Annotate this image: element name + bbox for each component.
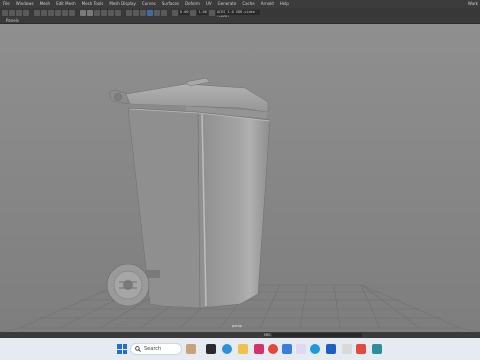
viewport-canvas [0,24,480,332]
view-transform-select[interactable]: ACES 1.0 SDR-video (sRGB) [215,10,260,19]
weather-icon[interactable] [186,344,196,354]
menu-bar: File Windows Mesh Edit Mesh Mesh Tools M… [0,0,480,8]
menu-mesh[interactable]: Mesh [40,0,51,8]
film-gate-icon[interactable] [41,9,47,16]
command-language-label[interactable]: MEL [264,333,271,337]
maya-icon[interactable] [372,344,382,354]
isolate-select-icon[interactable] [140,9,146,16]
search-icon [135,346,141,352]
media-icon[interactable] [342,344,352,354]
windows-start-icon[interactable] [117,344,127,354]
windows-taskbar: Search [0,338,480,360]
photos-icon[interactable] [296,344,306,354]
command-input[interactable] [272,333,362,337]
shadows-icon[interactable] [115,9,121,16]
edge-icon[interactable] [222,344,232,354]
grid-icon[interactable] [34,9,40,16]
camera-label: persp [232,324,242,328]
color-management-icon[interactable] [208,9,215,16]
instagram-icon[interactable] [254,344,264,354]
perspective-viewport[interactable]: persp [0,24,480,332]
file-explorer-icon[interactable] [238,344,248,354]
wireframe-on-shaded-icon[interactable] [94,9,100,16]
menu-deform[interactable]: Deform [185,0,200,8]
store-icon[interactable] [326,344,336,354]
depth-of-field-icon[interactable] [161,9,167,16]
panel-menu-bar: Panels [0,17,480,24]
textured-icon[interactable] [101,9,107,16]
menu-edit-mesh[interactable]: Edit Mesh [56,0,76,8]
gamma-field[interactable]: 1.00 [197,10,208,15]
antialias-icon[interactable] [154,9,160,16]
wireframe-icon[interactable] [80,9,86,16]
settings-icon[interactable] [356,344,366,354]
menu-cache[interactable]: Cache [242,0,254,8]
menu-mesh-tools[interactable]: Mesh Tools [82,0,104,8]
bookmark-icon[interactable] [16,9,22,16]
ambient-occlusion-icon[interactable] [147,9,153,16]
panels-menu[interactable]: Panels [6,17,19,24]
workspace-label[interactable]: Work [468,0,478,8]
menu-arnold[interactable]: Arnold [261,0,274,8]
menu-file[interactable]: File [3,0,10,8]
chrome-icon[interactable] [268,344,278,354]
image-plane-icon[interactable] [23,9,29,16]
lights-icon[interactable] [108,9,114,16]
task-view-icon[interactable] [206,344,216,354]
menu-generate[interactable]: Generate [218,0,237,8]
smooth-shade-icon[interactable] [87,9,93,16]
menu-mesh-display[interactable]: Mesh Display [109,0,136,8]
resolution-gate-icon[interactable] [48,9,54,16]
safe-action-icon[interactable] [69,9,75,16]
menu-help[interactable]: Help [280,0,289,8]
search-placeholder: Search [144,346,162,352]
menu-surfaces[interactable]: Surfaces [162,0,179,8]
maya-window: File Windows Mesh Edit Mesh Mesh Tools M… [0,0,480,360]
viewport-toolbar: 0.00 1.00 ACES 1.0 SDR-video (sRGB) [0,8,480,19]
xray-icon[interactable] [126,9,132,16]
lock-camera-icon[interactable] [9,9,15,16]
menu-uv[interactable]: UV [206,0,212,8]
exposure-field[interactable]: 0.00 [179,10,190,15]
mail-icon[interactable] [282,344,292,354]
gate-mask-icon[interactable] [55,9,61,16]
menu-windows[interactable]: Windows [16,0,34,8]
exposure-icon [172,9,178,16]
xray-joints-icon[interactable] [133,9,139,16]
taskbar-search[interactable]: Search [130,343,182,355]
gamma-icon [190,9,197,16]
edge-alt-icon[interactable] [310,344,320,354]
select-camera-icon[interactable] [2,9,8,16]
menu-curves[interactable]: Curves [142,0,156,8]
field-chart-icon[interactable] [62,9,68,16]
